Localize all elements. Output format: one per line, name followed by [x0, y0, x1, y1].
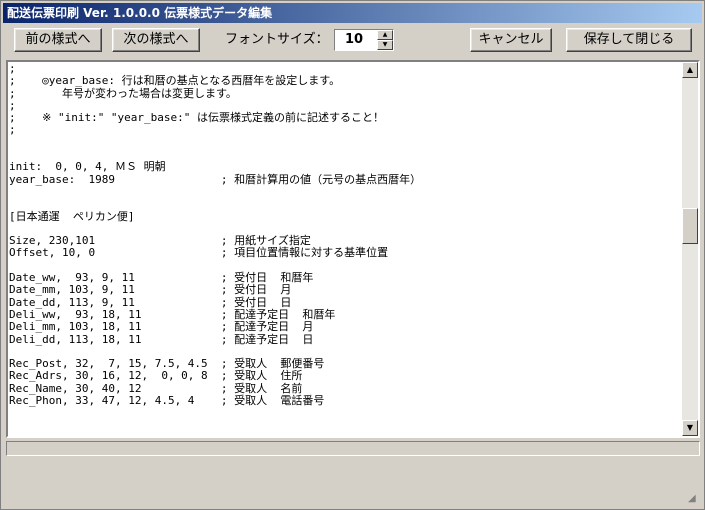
editor-window: 配送伝票印刷 Ver. 1.0.0.0 伝票様式データ編集 前の様式へ 次の様式…	[0, 0, 705, 510]
editor-line: ;	[9, 123, 16, 137]
scrollbar-thumb[interactable]	[682, 208, 698, 244]
scroll-down-arrow-icon[interactable]: ▼	[682, 420, 698, 436]
spinner-buttons: ▲ ▼	[377, 30, 393, 50]
font-size-label: フォントサイズ：	[225, 32, 329, 47]
editor-line: Date_mm, 103, 9, 11 ; 受付日 月	[9, 283, 292, 297]
vertical-scrollbar[interactable]: ▲ ▼	[682, 62, 698, 436]
spin-down-arrow-icon[interactable]: ▼	[377, 40, 393, 50]
editor-line: year_base: 1989 ; 和暦計算用の値（元号の基点西暦年）	[9, 172, 422, 186]
font-size-spinner[interactable]: 10 ▲ ▼	[334, 29, 394, 51]
scroll-up-arrow-icon[interactable]: ▲	[682, 62, 698, 78]
editor-line: [日本通運 ペリカン便]	[9, 209, 135, 223]
prev-format-button[interactable]: 前の様式へ	[14, 28, 102, 52]
resize-grip-icon[interactable]: ◢	[688, 493, 700, 505]
editor-line: Deli_mm, 103, 18, 11 ; 配達予定日 月	[9, 320, 314, 334]
cancel-button[interactable]: キャンセル	[470, 28, 552, 52]
editor-line: Deli_dd, 113, 18, 11 ; 配達予定日 日	[9, 332, 314, 346]
save-and-close-button[interactable]: 保存して閉じる	[566, 28, 692, 52]
window-title: 配送伝票印刷 Ver. 1.0.0.0 伝票様式データ編集	[3, 3, 702, 23]
editor-line: init: 0, 0, 4, ＭＳ 明朝	[9, 160, 166, 174]
editor-line: ; 年号が変わった場合は変更します。	[9, 86, 237, 100]
status-bar	[6, 441, 700, 456]
editor-line: Rec_Phon, 33, 47, 12, 4.5, 4 ; 受取人 電話番号	[9, 394, 325, 408]
editor-line: Offset, 10, 0 ; 項目位置情報に対する基準位置	[9, 246, 389, 260]
editor-text[interactable]: ; ; ◎year_base: 行は和暦の基点となる西暦年を設定します。; 年号が…	[9, 63, 684, 436]
font-size-value[interactable]: 10	[345, 31, 363, 49]
next-format-button[interactable]: 次の様式へ	[112, 28, 200, 52]
spin-up-arrow-icon[interactable]: ▲	[377, 30, 393, 40]
format-data-editor[interactable]: ; ; ◎year_base: 行は和暦の基点となる西暦年を設定します。; 年号が…	[6, 60, 700, 438]
editor-line: ; ※ "init:" "year_base:" は伝票様式定義の前に記述するこ…	[9, 111, 385, 125]
editor-line: Rec_Adrs, 30, 16, 12, 0, 0, 8 ; 受取人 住所	[9, 369, 303, 383]
editor-line: ; ◎year_base: 行は和暦の基点となる西暦年を設定します。	[9, 74, 341, 88]
